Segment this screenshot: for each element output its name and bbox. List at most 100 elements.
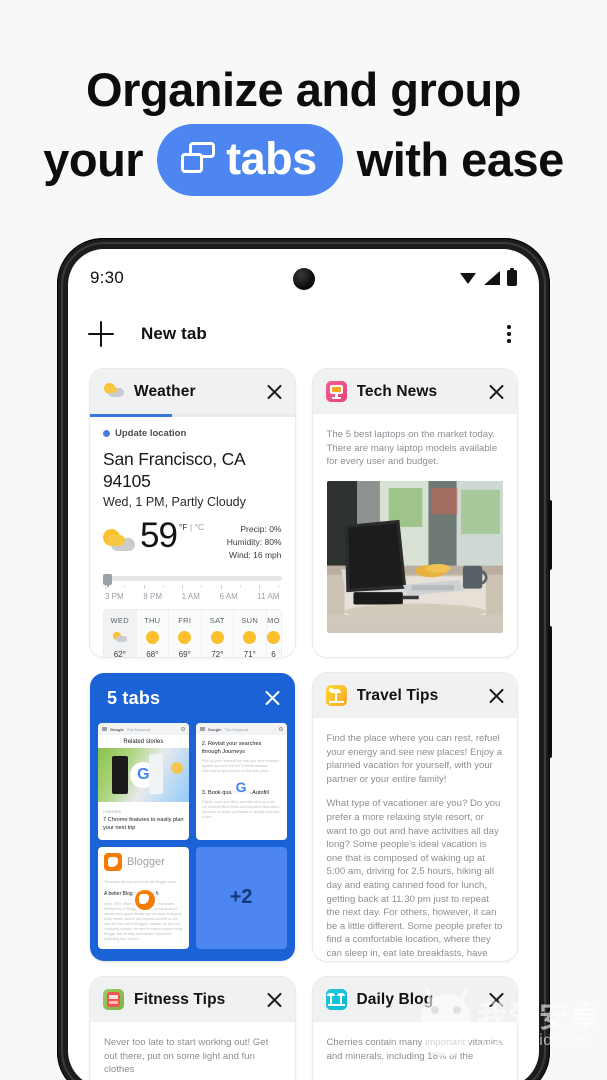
hourly-ticks — [103, 585, 282, 589]
forecast-day[interactable]: SUN 71° — [234, 610, 267, 657]
omnibox-url: The Keyword — [224, 726, 249, 732]
group-thumbnails: Google The Keyword Related stories G CHR… — [98, 723, 287, 949]
card-title: Travel Tips — [356, 686, 439, 704]
close-icon[interactable] — [266, 383, 283, 400]
daily-forecast: WED 62° THU 68° FRI 69° SAT 72° SUN 71° … — [103, 609, 282, 657]
forecast-day[interactable]: SAT 72° — [202, 610, 234, 657]
tabs-icon — [181, 142, 216, 176]
headline-line-1: Organize and group — [86, 63, 521, 116]
card-body: Update location San Francisco, CA 94105 … — [90, 414, 295, 657]
omnibox-brand: Google — [207, 726, 222, 732]
blogger-icon — [104, 852, 122, 871]
more-vertical-icon[interactable] — [499, 322, 519, 346]
tab-card-tech-news[interactable]: Tech News The 5 best laptops on the mark… — [312, 369, 517, 657]
palm-yellow-icon — [325, 685, 347, 706]
article-paragraph: Never too late to start working out! Get… — [104, 1037, 269, 1076]
forecast-day-name: THU — [144, 616, 161, 625]
forecast-day-name: FRI — [178, 616, 192, 625]
unit-fahrenheit: °F — [178, 522, 188, 532]
blogger-header: Blogger — [98, 847, 189, 877]
search-icon — [180, 727, 185, 731]
card-header: Travel Tips — [312, 673, 517, 718]
hourly-labels: 3 PM 8 PM 1 AM 6 AM 11 AM — [103, 592, 282, 601]
tab-card-weather[interactable]: Weather Update location San Francisco, C… — [90, 369, 295, 657]
palm-teal-icon — [325, 989, 347, 1010]
omnibox-url: The Keyword — [126, 726, 151, 732]
forecast-day-name: SUN — [241, 616, 259, 625]
unit-celsius: °C — [194, 522, 205, 532]
tab-card-travel-tips[interactable]: Travel Tips Find the place where you can… — [312, 673, 517, 961]
omnibox-brand: Google — [110, 726, 124, 732]
omnibox: Google The Keyword — [98, 723, 189, 735]
card-title: Weather — [134, 382, 196, 400]
new-tab-plus-icon[interactable] — [88, 321, 114, 347]
status-bar: 9:30 — [68, 249, 539, 307]
weather-unit-toggle[interactable]: °F | °C — [179, 522, 204, 532]
forecast-day[interactable]: MO 6 — [267, 610, 281, 657]
thumb-body-2: Flights, tours and other activities take… — [201, 800, 280, 819]
menu-icon — [102, 727, 107, 731]
weather-condition-icon — [103, 529, 136, 555]
group-thumb-journeys[interactable]: Google The Keyword 2. Revisit your searc… — [195, 723, 287, 840]
forecast-day-name: WED — [110, 616, 129, 625]
weather-current: 59 °F | °C Precip: 0% Humidity: 80% Wind… — [103, 518, 282, 562]
sun-icon — [243, 631, 257, 644]
omnibox: Google The Keyword — [195, 723, 287, 735]
group-thumb-blogger[interactable]: Blogger The easier tips you need from th… — [98, 846, 189, 949]
thumb-hero-image: G — [98, 748, 189, 802]
close-icon[interactable] — [488, 687, 505, 704]
google-logo-icon: G — [230, 776, 253, 798]
weather-conditions: Wed, 1 PM, Partly Cloudy — [103, 495, 246, 509]
group-overflow-count[interactable]: +2 — [195, 846, 287, 949]
update-location-row[interactable]: Update location — [103, 428, 282, 439]
forecast-day[interactable]: FRI 69° — [169, 610, 202, 657]
weather-humidity: Humidity: 80% — [226, 537, 282, 547]
tab-card-fitness-tips[interactable]: Fitness Tips Never too late to start wor… — [90, 977, 295, 1080]
card-title: Daily Blog — [356, 990, 434, 1008]
forecast-day[interactable]: THU 68° — [137, 610, 169, 657]
close-icon[interactable] — [266, 991, 283, 1008]
group-header: 5 tabs — [98, 673, 287, 723]
weather-wind: Wind: 16 mph — [229, 550, 282, 560]
power-button[interactable] — [548, 500, 552, 570]
hourly-slider[interactable] — [103, 574, 282, 588]
thumb-kicker: CHROME — [103, 810, 122, 814]
weather-city: San Francisco, CA 94105 — [103, 449, 245, 491]
sun-icon — [178, 631, 192, 644]
new-tab-label[interactable]: New tab — [141, 324, 207, 344]
menu-icon — [199, 727, 205, 731]
card-body: Cherries contain many important vitamins… — [312, 1022, 517, 1080]
volume-rocker[interactable] — [548, 626, 552, 758]
forecast-day-temp: 72° — [211, 650, 224, 657]
forecast-day[interactable]: WED 62° — [104, 610, 137, 657]
page-root: Organize and group your tabs with ease 9… — [0, 0, 607, 1080]
tab-switcher-toolbar: New tab — [68, 307, 539, 361]
laptop-on-desk-photo — [326, 480, 503, 615]
thumb-headline: 7 Chrome features to easily plan your ne… — [103, 817, 184, 831]
close-icon[interactable] — [488, 383, 505, 400]
signal-icon — [484, 271, 500, 285]
headline: Organize and group your tabs with ease — [0, 56, 607, 196]
sun-icon — [267, 631, 280, 644]
update-location-label: Update location — [115, 428, 187, 439]
status-icons — [460, 267, 517, 286]
group-thumb-related-stories[interactable]: Google The Keyword Related stories G CHR… — [98, 723, 189, 840]
forecast-day-temp: 68° — [146, 650, 159, 657]
tabs-pill-label: tabs — [226, 133, 317, 184]
blogger-brand: Blogger — [127, 855, 165, 868]
hour-label: 3 PM — [105, 592, 124, 601]
weather-stats: Precip: 0% Humidity: 80% Wind: 16 mph — [227, 519, 282, 562]
card-header: Weather — [90, 369, 295, 414]
card-header: Fitness Tips — [90, 977, 295, 1022]
tab-group-card[interactable]: 5 tabs Google The Keyword Related storie… — [90, 673, 295, 961]
card-header: Daily Blog — [312, 977, 517, 1022]
close-icon[interactable] — [488, 991, 505, 1008]
card-body: The 5 best laptops on the market today. … — [312, 414, 517, 657]
tab-card-daily-blog[interactable]: Daily Blog Cherries contain many importa… — [312, 977, 517, 1080]
forecast-day-name: SAT — [209, 616, 225, 625]
close-icon[interactable] — [264, 690, 281, 707]
article-paragraph-1: Find the place where you can rest, refue… — [326, 733, 502, 785]
slider-handle[interactable] — [103, 574, 112, 588]
headline-word-with-ease: with ease — [356, 133, 565, 186]
monitor-pink-icon — [325, 381, 347, 402]
